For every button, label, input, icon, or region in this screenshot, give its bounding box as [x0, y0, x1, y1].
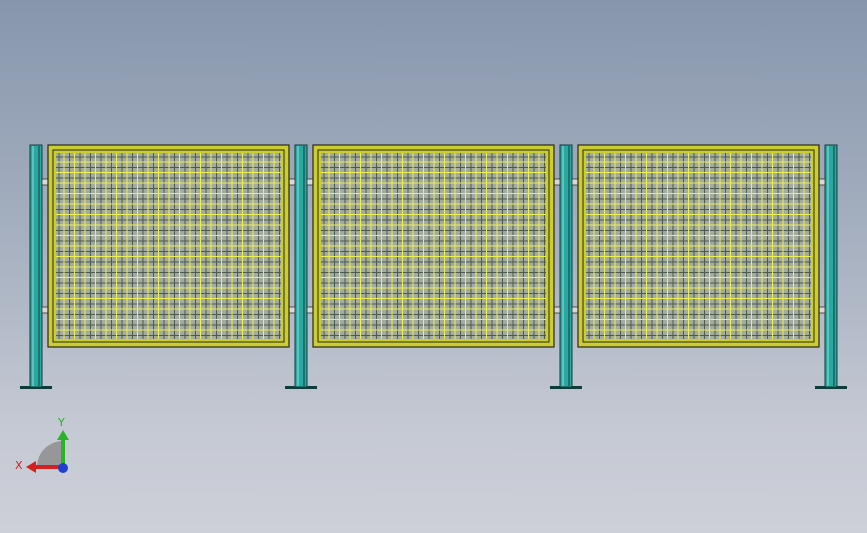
panel-clip — [571, 306, 579, 314]
panel-clip — [571, 178, 579, 186]
z-axis-dot — [58, 463, 68, 473]
triad-quadrant-shape — [37, 441, 63, 467]
panel-clip — [306, 178, 314, 186]
post — [824, 144, 838, 388]
panel-clip — [288, 178, 296, 186]
y-axis-label: Y — [57, 416, 65, 429]
y-axis-arrowhead — [57, 430, 69, 440]
panel-clip — [553, 178, 561, 186]
panel-clip — [41, 306, 49, 314]
post — [29, 144, 43, 388]
x-axis-label: X — [15, 459, 23, 472]
panel-clip — [553, 306, 561, 314]
post — [559, 144, 573, 388]
panel-clip — [818, 306, 826, 314]
coordinate-triad: X Y — [15, 416, 69, 473]
panel-clip — [818, 178, 826, 186]
3d-viewport[interactable]: X Y — [0, 0, 867, 533]
x-axis-arrowhead — [26, 461, 36, 473]
post — [294, 144, 308, 388]
panel-clip — [306, 306, 314, 314]
panel-clip — [41, 178, 49, 186]
panel-clip — [288, 306, 296, 314]
fence-model[interactable] — [20, 144, 847, 389]
